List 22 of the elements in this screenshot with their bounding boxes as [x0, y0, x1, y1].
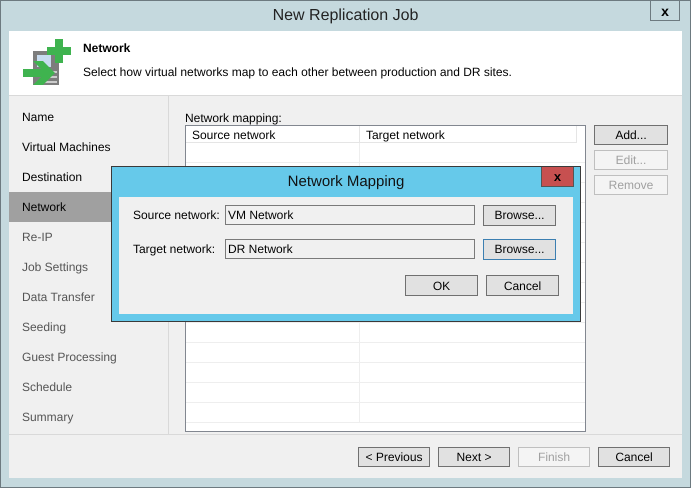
wizard-step[interactable]: Name — [9, 102, 168, 132]
browse-button[interactable]: Browse... — [483, 204, 556, 226]
close-button[interactable]: x — [541, 167, 574, 187]
button[interactable]: Add... — [594, 125, 668, 145]
wizard-step[interactable]: Virtual Machines — [9, 132, 168, 162]
header-description: Select how virtual networks map to each other between production and DR sites. — [83, 64, 512, 81]
header-title: Network — [83, 40, 132, 57]
input-field[interactable]: DR Network — [225, 239, 475, 259]
browse-button[interactable]: Browse... — [483, 238, 556, 260]
column-header[interactable]: Target network — [360, 126, 577, 142]
button[interactable]: Next > — [438, 446, 510, 466]
column-header[interactable]: Source network — [186, 126, 360, 142]
field-label: Target network: — [133, 241, 216, 258]
dialog-button[interactable]: Cancel — [486, 275, 559, 296]
input-field[interactable]: VM Network — [225, 205, 475, 225]
close-button[interactable]: x — [650, 1, 680, 21]
button[interactable]: Cancel — [598, 446, 670, 466]
dialog-button[interactable]: OK — [405, 275, 478, 296]
dialog-title: Network Mapping — [288, 172, 404, 192]
window-title: New Replication Job — [272, 6, 418, 26]
button[interactable]: < Previous — [358, 446, 430, 466]
mapping-label: Network mapping: — [185, 110, 283, 125]
